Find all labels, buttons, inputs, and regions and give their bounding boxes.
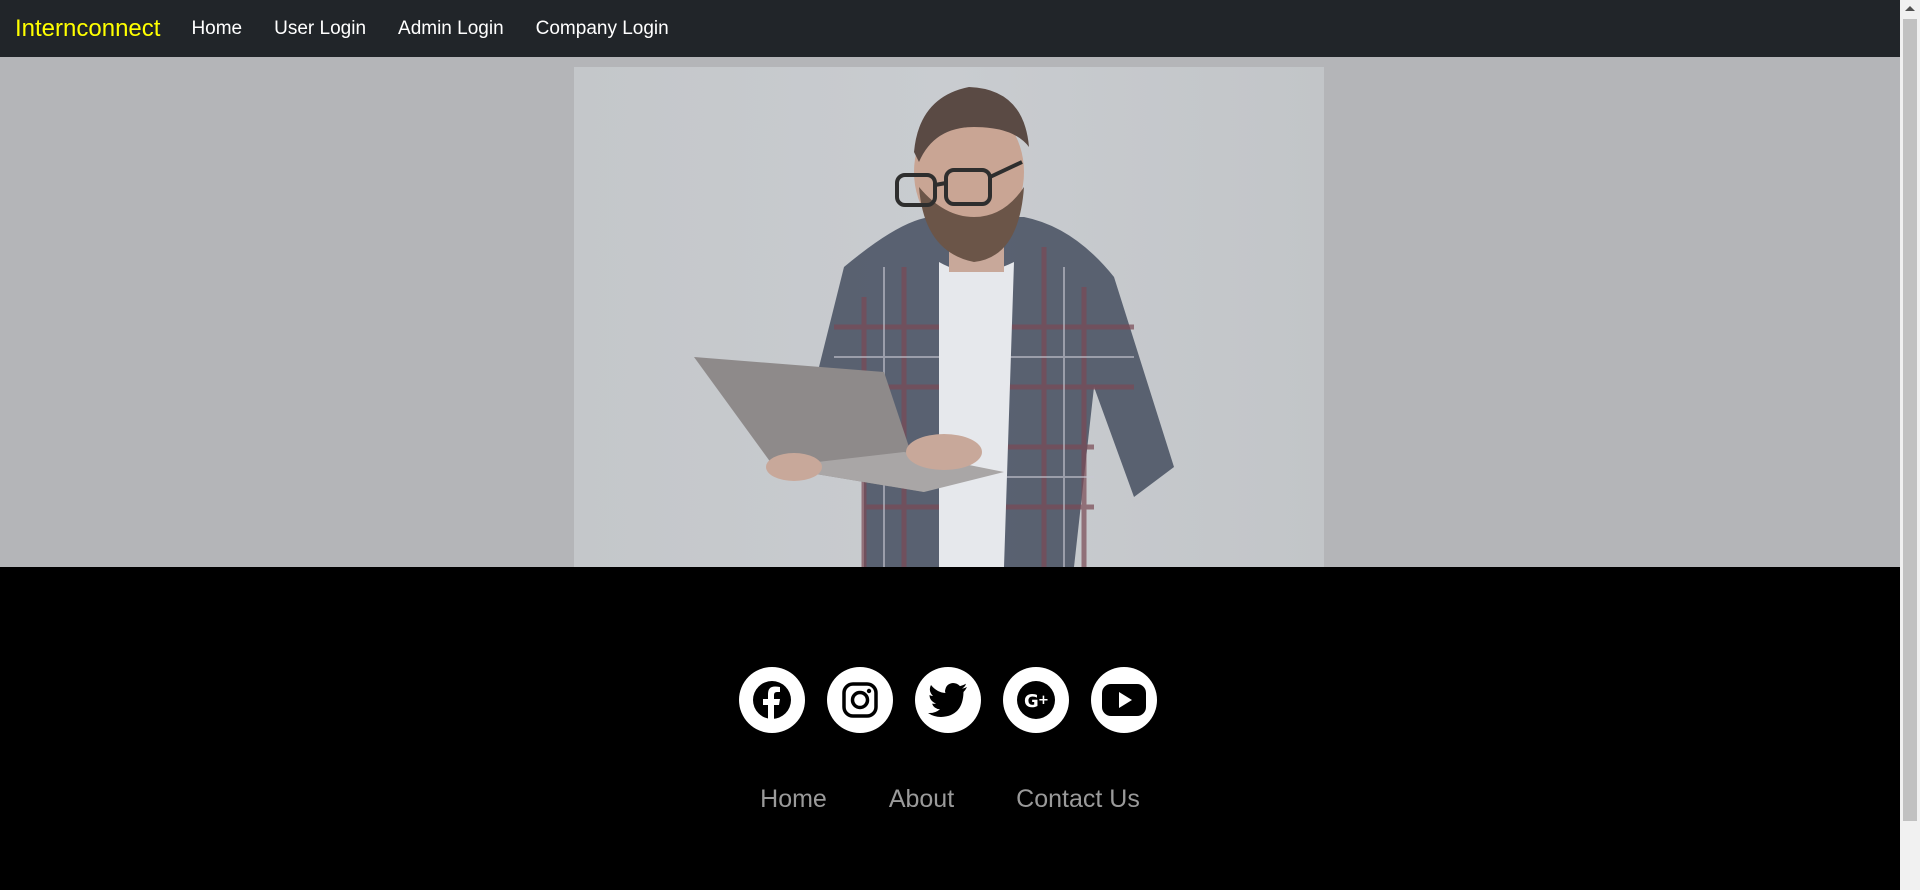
vertical-scrollbar[interactable] [1900, 0, 1920, 890]
nav-links: Home User Login Admin Login Company Logi… [175, 18, 684, 40]
youtube-icon[interactable] [1091, 667, 1157, 733]
twitter-icon[interactable] [915, 667, 981, 733]
nav-home[interactable]: Home [175, 18, 258, 40]
footer: G + Home About Contact Us [0, 567, 1900, 890]
nav-company-login[interactable]: Company Login [520, 18, 685, 40]
svg-text:+: + [1038, 693, 1049, 708]
footer-links: Home About Contact Us [0, 785, 1900, 814]
footer-link-home[interactable]: Home [760, 785, 827, 814]
social-icons-row: G + [0, 667, 1900, 733]
brand-logo[interactable]: Internconnect [15, 15, 160, 43]
google-plus-icon[interactable]: G + [1003, 667, 1069, 733]
hero-photo [574, 67, 1324, 567]
hero-section [0, 57, 1900, 567]
scroll-up-arrow-icon[interactable] [1900, 0, 1920, 17]
nav-user-login[interactable]: User Login [258, 18, 382, 40]
footer-link-contact-us[interactable]: Contact Us [1016, 785, 1140, 814]
nav-admin-login[interactable]: Admin Login [382, 18, 520, 40]
scroll-thumb[interactable] [1903, 19, 1917, 821]
top-navbar: Internconnect Home User Login Admin Logi… [0, 0, 1900, 57]
footer-link-about[interactable]: About [889, 785, 954, 814]
man-with-laptop-illustration [694, 87, 1174, 567]
facebook-icon[interactable] [739, 667, 805, 733]
instagram-icon[interactable] [827, 667, 893, 733]
svg-text:G: G [1024, 691, 1039, 712]
